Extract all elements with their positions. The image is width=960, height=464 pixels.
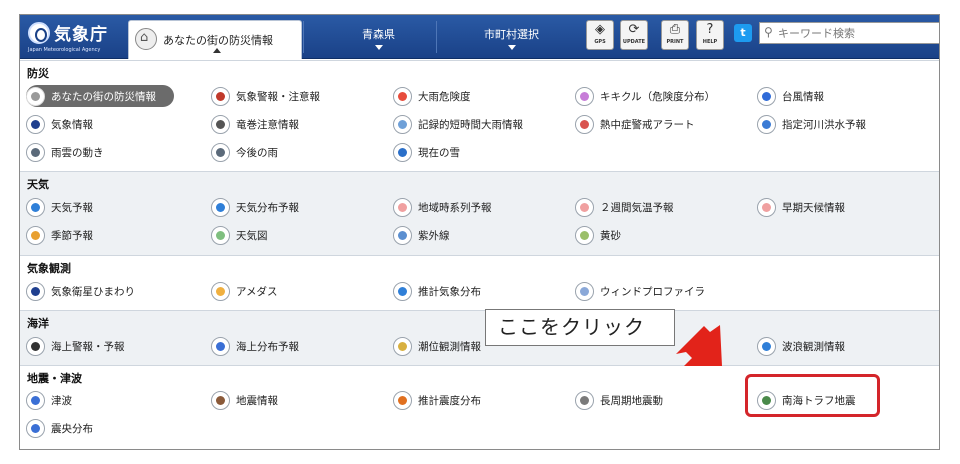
highlight-box [745,374,880,417]
